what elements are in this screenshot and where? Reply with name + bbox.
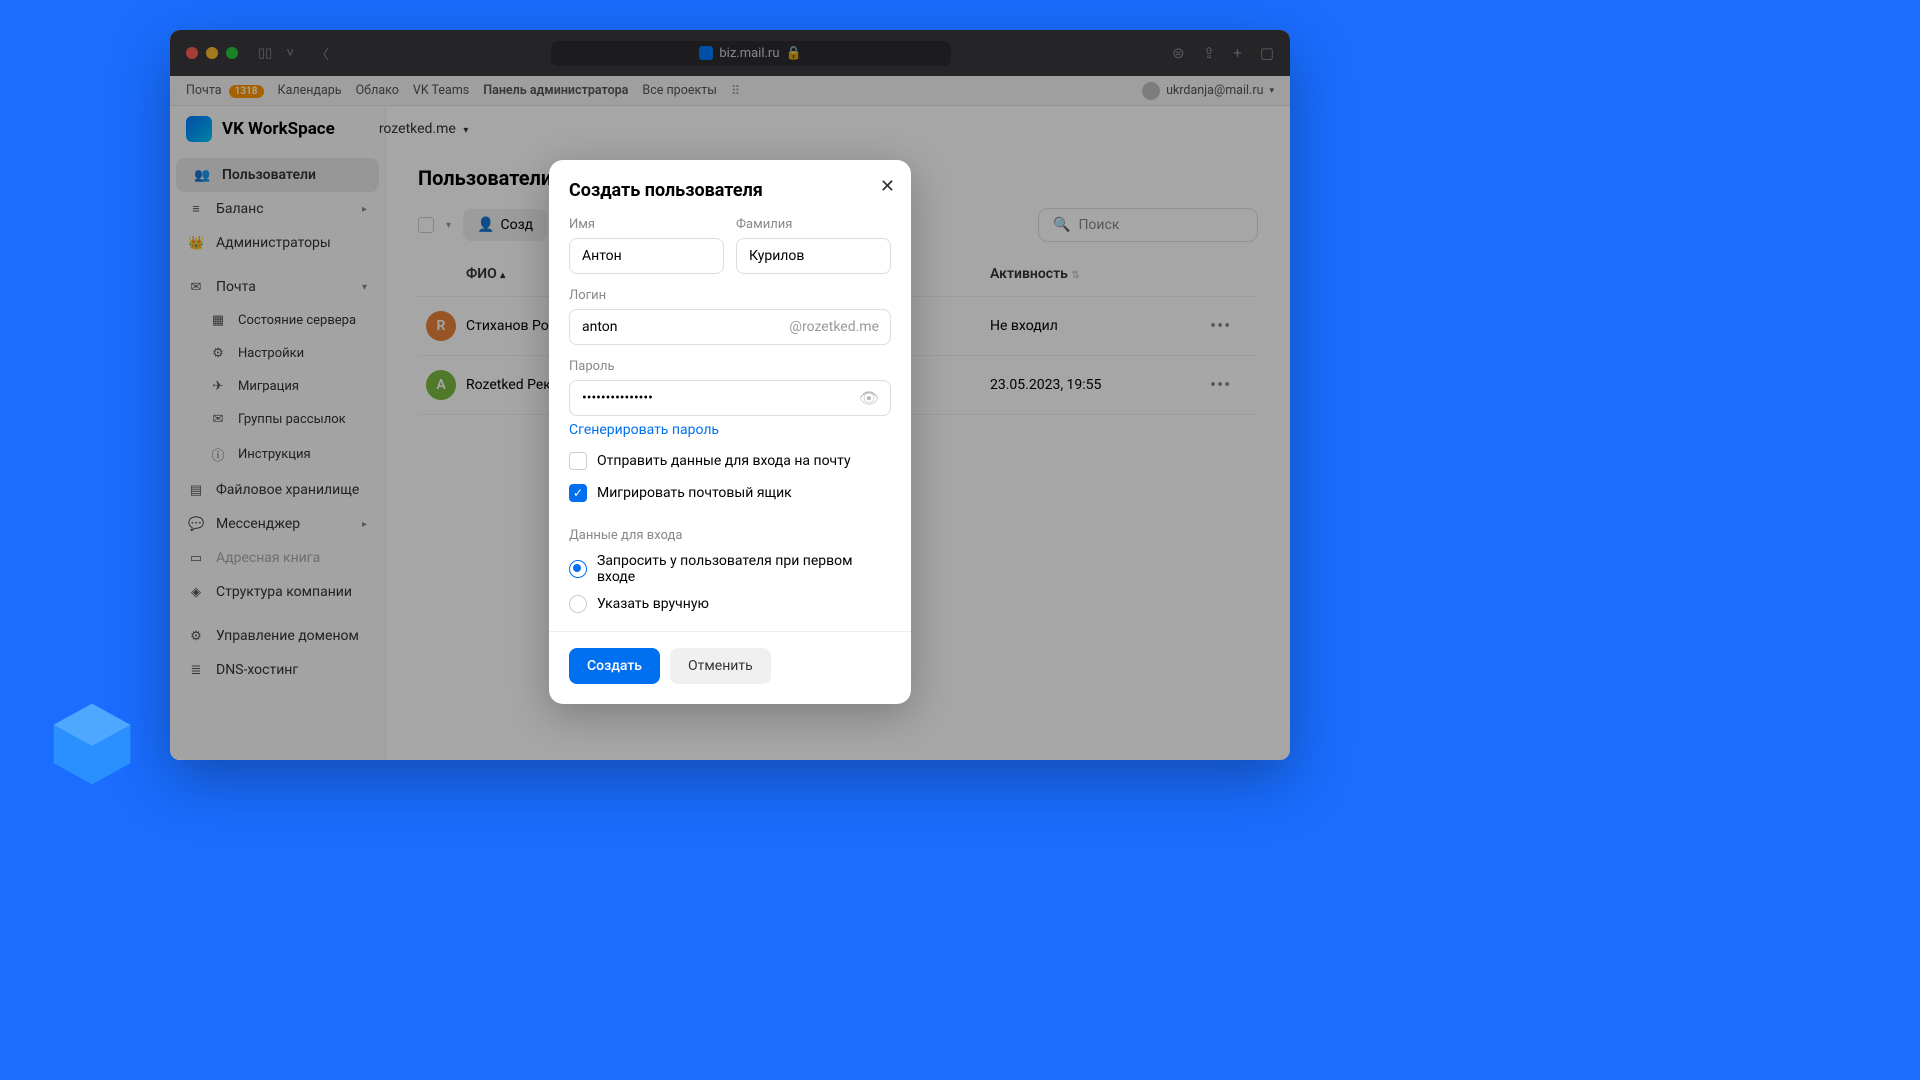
migrate-label: Мигрировать почтовый ящик	[597, 485, 792, 501]
name-label: Имя	[569, 217, 724, 232]
password-input[interactable]	[569, 380, 891, 416]
generate-password-link[interactable]: Сгенерировать пароль	[569, 422, 719, 438]
watermark-hexagon-icon	[44, 696, 140, 792]
migrate-checkbox-row[interactable]: ✓ Мигрировать почтовый ящик	[569, 484, 891, 502]
create-button[interactable]: Создать	[569, 648, 660, 684]
login-data-section-label: Данные для входа	[569, 516, 891, 543]
browser-window: ▯▯ ˅ 〈 biz.mail.ru 🔒 ⊜ ⇪ + ▢ Почта 1318 …	[170, 30, 1290, 760]
close-button[interactable]: ✕	[880, 176, 895, 197]
radio-request[interactable]	[569, 560, 587, 578]
create-user-modal: ✕ Создать пользователя Имя Фамилия Логин…	[549, 160, 911, 704]
modal-footer: Создать Отменить	[549, 631, 911, 684]
cancel-button[interactable]: Отменить	[670, 648, 771, 684]
radio-request-label: Запросить у пользователя при первом вход…	[597, 553, 891, 585]
radio-request-row[interactable]: Запросить у пользователя при первом вход…	[569, 553, 891, 585]
eye-icon[interactable]: 👁	[859, 389, 879, 408]
radio-manual-row[interactable]: Указать вручную	[569, 595, 891, 613]
modal-title: Создать пользователя	[569, 180, 891, 201]
send-email-checkbox-row[interactable]: Отправить данные для входа на почту	[569, 452, 891, 470]
login-suffix: @rozetked.me	[789, 319, 879, 335]
radio-manual[interactable]	[569, 595, 587, 613]
radio-manual-label: Указать вручную	[597, 596, 709, 612]
name-input[interactable]	[569, 238, 724, 274]
surname-label: Фамилия	[736, 217, 891, 232]
migrate-checkbox[interactable]: ✓	[569, 484, 587, 502]
login-label: Логин	[569, 288, 891, 303]
surname-input[interactable]	[736, 238, 891, 274]
send-email-checkbox[interactable]	[569, 452, 587, 470]
modal-overlay[interactable]: ✕ Создать пользователя Имя Фамилия Логин…	[170, 30, 1290, 760]
send-email-label: Отправить данные для входа на почту	[597, 453, 851, 469]
password-label: Пароль	[569, 359, 891, 374]
